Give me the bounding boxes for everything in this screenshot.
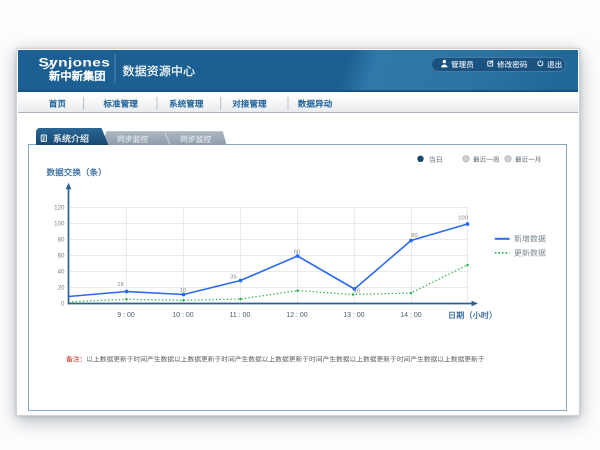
svg-text:11 : 00: 11 : 00	[230, 312, 251, 319]
svg-text:100: 100	[54, 221, 65, 228]
svg-text:60: 60	[294, 250, 301, 256]
svg-text:40: 40	[58, 269, 65, 276]
svg-text:80: 80	[58, 237, 65, 244]
svg-text:12 : 00: 12 : 00	[286, 312, 308, 319]
svg-text:20: 20	[58, 285, 65, 292]
svg-text:60: 60	[58, 253, 65, 260]
svg-text:9 : 00: 9 : 00	[117, 312, 135, 319]
svg-text:120: 120	[54, 205, 65, 212]
svg-text:10: 10	[354, 289, 361, 295]
svg-text:100: 100	[458, 216, 469, 222]
svg-text:14 : 00: 14 : 00	[400, 312, 422, 319]
svg-text:80: 80	[411, 233, 418, 239]
svg-text:35: 35	[230, 275, 237, 281]
svg-text:10 : 00: 10 : 00	[172, 312, 194, 319]
svg-text:13 : 00: 13 : 00	[343, 312, 365, 319]
svg-text:18: 18	[117, 282, 124, 288]
svg-text:0: 0	[61, 301, 65, 308]
svg-text:Synjones: Synjones	[39, 56, 111, 69]
svg-text:10: 10	[180, 288, 187, 294]
